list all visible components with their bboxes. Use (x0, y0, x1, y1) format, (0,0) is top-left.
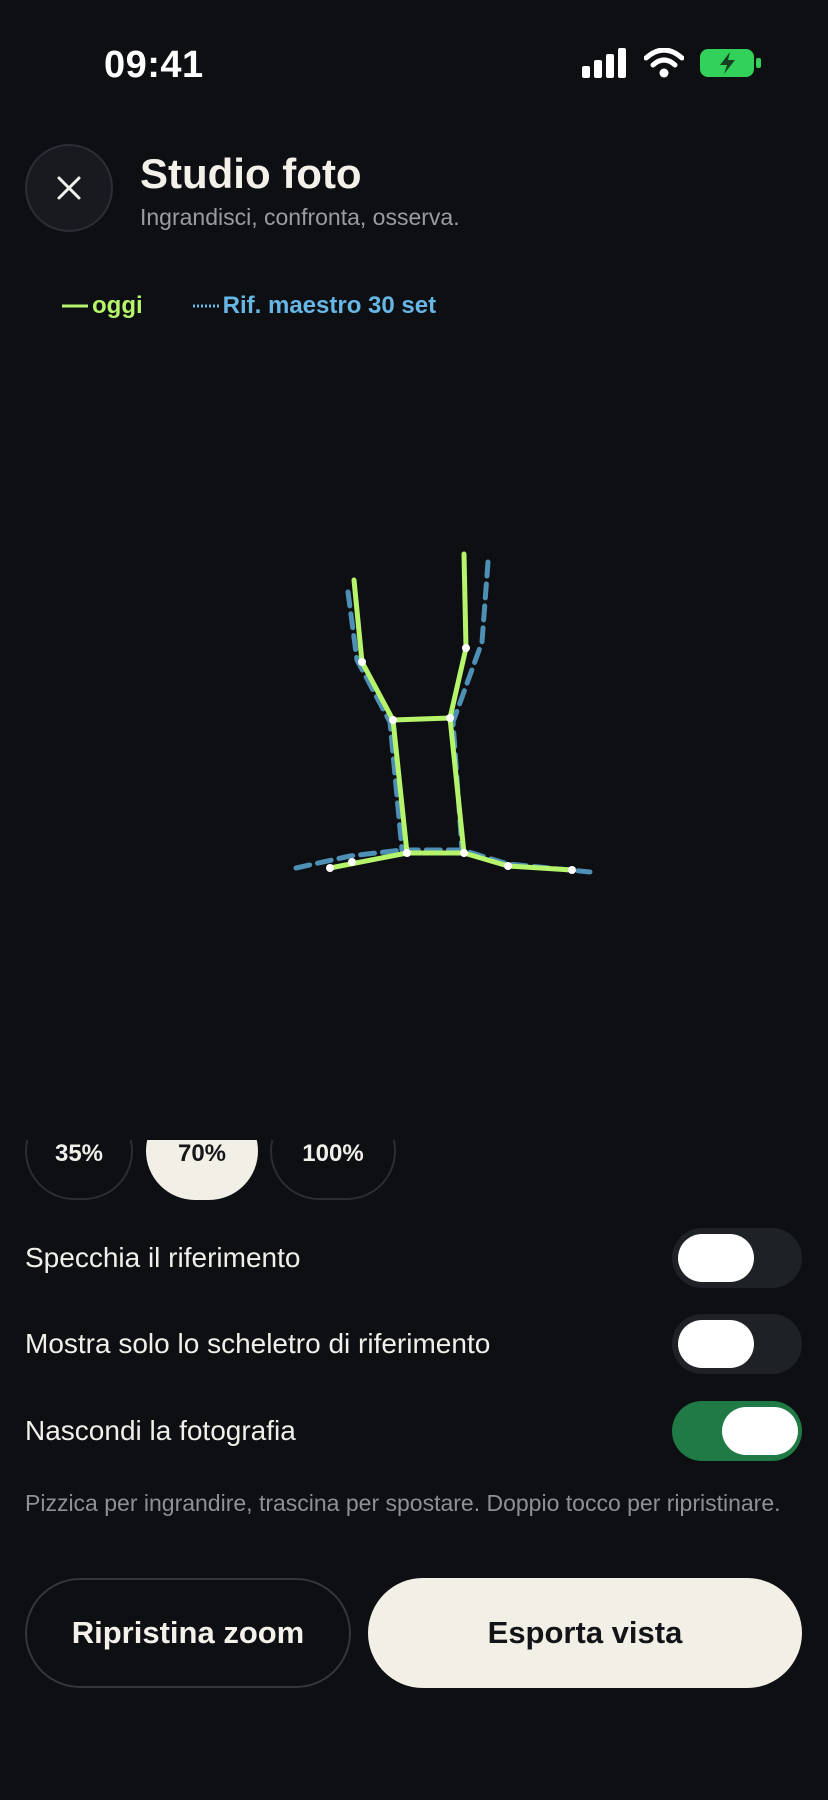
setting-label: Nascondi la fotografia (25, 1415, 296, 1446)
close-icon (57, 176, 81, 200)
reference-skeleton-only-toggle[interactable] (672, 1314, 802, 1374)
status-time: 09:41 (104, 44, 204, 86)
toggle-knob (678, 1234, 754, 1282)
legend-reference: Rif. maestro 30 set (192, 292, 437, 320)
skeleton-drawing (293, 551, 593, 875)
legend-today: oggi (62, 292, 143, 320)
legend-reference-label: Rif. maestro 30 set (222, 292, 437, 319)
toggle-knob (722, 1407, 798, 1455)
legend: oggi Rif. maestro 30 set (62, 292, 436, 320)
export-view-button[interactable]: Esporta vista (368, 1578, 802, 1688)
hide-photo-toggle[interactable] (672, 1401, 802, 1461)
toggle-knob (678, 1320, 754, 1368)
setting-mirror-reference: Specchia il riferimento (0, 1228, 828, 1288)
dashed-line-icon (192, 304, 219, 308)
skeleton-view[interactable] (0, 360, 828, 1120)
opacity-option-label: 70% (177, 1140, 227, 1167)
setting-reference-skeleton-only: Mostra solo lo scheletro di riferimento (0, 1314, 828, 1374)
mirror-reference-toggle[interactable] (672, 1228, 802, 1288)
opacity-option-100[interactable]: 100% (270, 1140, 396, 1200)
page-title: Studio foto (140, 150, 362, 197)
opacity-selector: 35% 70% 100% (0, 1140, 828, 1202)
opacity-option-label: 35% (54, 1140, 104, 1167)
page-subtitle: Ingrandisci, confronta, osserva. (140, 204, 460, 230)
reset-zoom-button[interactable]: Ripristina zoom (25, 1578, 351, 1688)
opacity-option-70[interactable]: 70% (146, 1140, 258, 1200)
status-bar: 09:41 (0, 0, 828, 130)
signal-icon (582, 48, 626, 78)
solid-line-icon (62, 304, 88, 308)
close-button[interactable] (25, 144, 113, 232)
setting-label: Specchia il riferimento (25, 1242, 301, 1273)
header: Studio foto Ingrandisci, confronta, osse… (0, 140, 828, 250)
today-skeleton (327, 551, 575, 873)
gesture-hint: Pizzica per ingrandire, trascina per spo… (25, 1490, 781, 1516)
opacity-option-35[interactable]: 35% (25, 1140, 133, 1200)
status-icons (582, 48, 762, 78)
opacity-option-label: 100% (302, 1140, 364, 1167)
setting-hide-photo: Nascondi la fotografia (0, 1401, 828, 1461)
wifi-icon (644, 48, 684, 78)
battery-charging-icon (700, 49, 761, 77)
skeleton-joints (326, 644, 576, 874)
setting-label: Mostra solo lo scheletro di riferimento (25, 1328, 491, 1359)
legend-today-label: oggi (92, 292, 143, 319)
